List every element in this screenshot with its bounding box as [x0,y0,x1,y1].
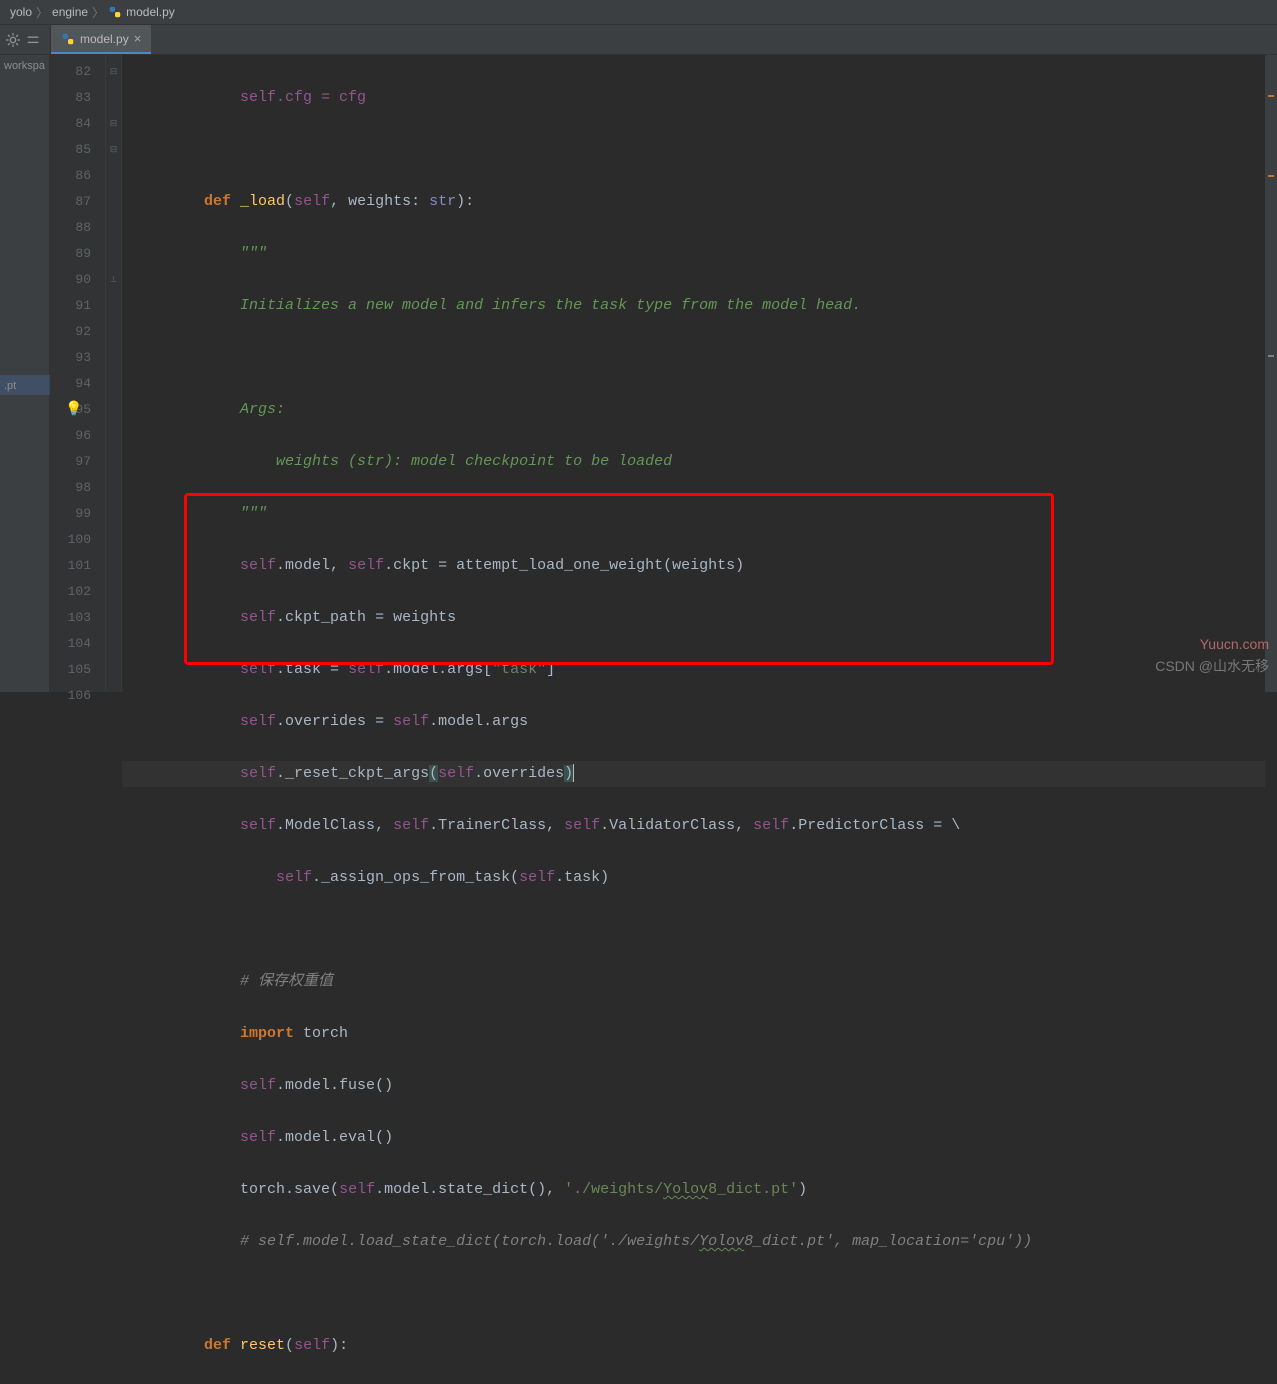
breadcrumb-item[interactable]: model.py [126,5,175,19]
python-file-icon [61,32,75,46]
fold-marker[interactable] [106,605,121,631]
code-area[interactable]: self.cfg = cfg def _load(self, weights: … [122,55,1265,692]
fold-marker[interactable] [106,85,121,111]
fold-marker[interactable]: ⊟ [106,137,121,163]
fold-marker[interactable] [106,423,121,449]
line-number: 91 [50,293,105,319]
fold-marker[interactable]: ⊥ [106,267,121,293]
breadcrumb-item[interactable]: engine [52,5,88,19]
line-number: 106 [50,683,105,709]
line-number: 99 [50,501,105,527]
line-number: 89 [50,241,105,267]
sidebar-label: .pt [4,380,46,392]
fold-marker[interactable] [106,215,121,241]
scrollbar[interactable] [1265,55,1277,692]
editor-tabs: model.py × [50,25,151,54]
line-number: 92 [50,319,105,345]
line-number: 88 [50,215,105,241]
fold-marker[interactable] [106,449,121,475]
fold-marker[interactable]: ⊟ [106,59,121,85]
watermark: CSDN @山水无移 [1155,656,1269,676]
fold-marker[interactable] [106,163,121,189]
line-number: 83 [50,85,105,111]
fold-marker[interactable] [106,475,121,501]
tab-model-py[interactable]: model.py × [51,25,151,54]
fold-marker[interactable] [106,579,121,605]
fold-marker[interactable] [106,527,121,553]
text-caret [573,764,574,782]
chevron-right-icon: 〉 [36,4,48,21]
fold-column[interactable]: ⊟⊟⊟⊥ [106,55,122,692]
tab-label: model.py [80,32,129,46]
fold-marker[interactable] [106,241,121,267]
fold-marker[interactable] [106,319,121,345]
sidebar-label: workspa [4,60,46,72]
close-icon[interactable]: × [134,31,142,46]
breadcrumb-item[interactable]: yolo [10,5,32,19]
fold-marker[interactable] [106,371,121,397]
fold-marker[interactable] [106,683,121,709]
line-number: 86 [50,163,105,189]
fold-marker[interactable] [106,397,121,423]
gear-icon[interactable] [6,33,20,47]
line-number: 97 [50,449,105,475]
sidebar[interactable]: workspa .pt [0,55,50,692]
line-number: 82 [50,59,105,85]
chevron-right-icon: 〉 [92,4,104,21]
fold-marker[interactable] [106,293,121,319]
line-number: 87 [50,189,105,215]
fold-marker[interactable] [106,657,121,683]
watermark: Yuucn.com [1200,636,1269,652]
line-number-gutter: 8283848586878889909192939495💡96979899100… [50,55,106,692]
fold-marker[interactable] [106,189,121,215]
line-number: 102 [50,579,105,605]
line-number: 85 [50,137,105,163]
breadcrumb: yolo 〉 engine 〉 model.py [0,0,1277,25]
fold-marker[interactable]: ⊟ [106,111,121,137]
fold-marker[interactable] [106,345,121,371]
fold-marker[interactable] [106,631,121,657]
line-number: 94 [50,371,105,397]
line-number: 103 [50,605,105,631]
collapse-icon[interactable] [26,33,40,47]
fold-marker[interactable] [106,501,121,527]
fold-marker[interactable] [106,553,121,579]
line-number: 84 [50,111,105,137]
line-number: 96 [50,423,105,449]
line-number: 100 [50,527,105,553]
line-number: 90 [50,267,105,293]
code-editor[interactable]: 8283848586878889909192939495💡96979899100… [50,55,1277,692]
line-number: 101 [50,553,105,579]
line-number: 95💡 [50,397,105,423]
line-number: 104 [50,631,105,657]
line-number: 98 [50,475,105,501]
line-number: 105 [50,657,105,683]
toolbar: model.py × [0,25,1277,55]
python-file-icon [108,5,122,19]
line-number: 93 [50,345,105,371]
lightbulb-icon[interactable]: 💡 [65,397,82,423]
